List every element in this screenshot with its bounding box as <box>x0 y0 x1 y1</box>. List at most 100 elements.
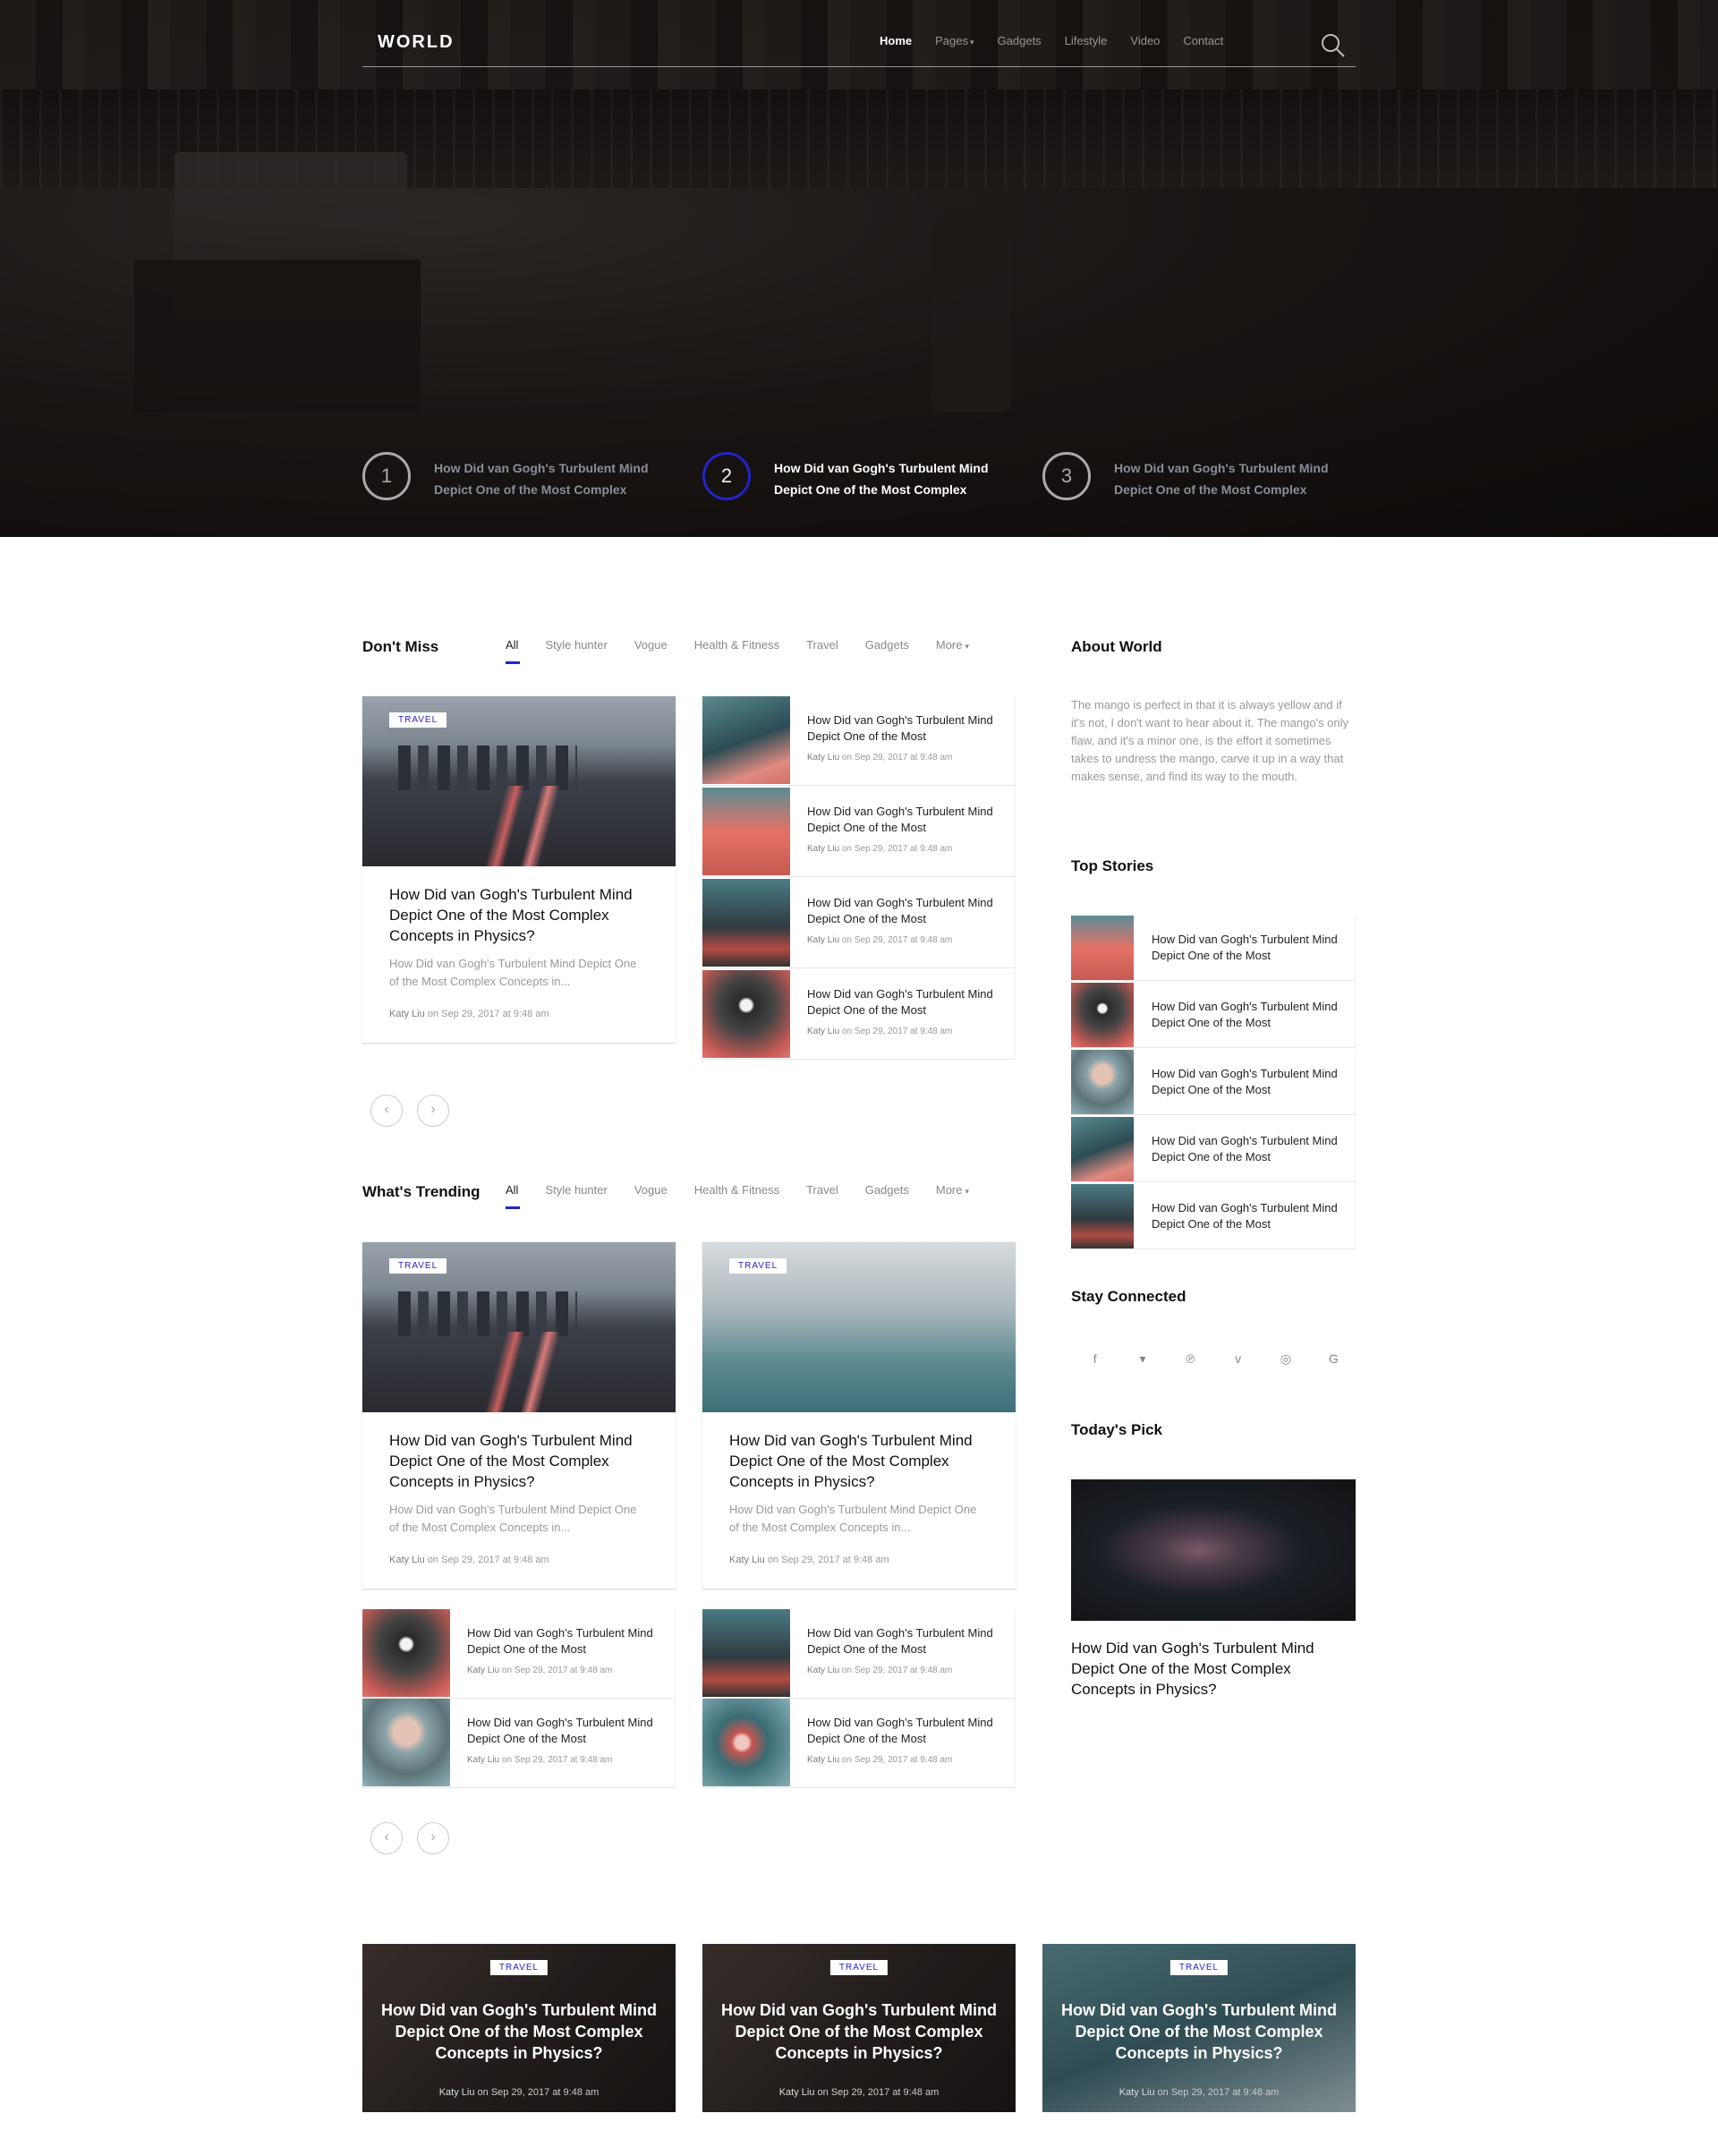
instagram-icon[interactable]: ◎ <box>1262 1351 1309 1367</box>
meta-on: on <box>841 1027 853 1036</box>
category-badge[interactable]: TRAVEL <box>389 1258 447 1274</box>
list-item[interactable]: How Did van Gogh's Turbulent Mind Depict… <box>362 1699 676 1788</box>
pinterest-icon[interactable]: ℗ <box>1167 1351 1214 1367</box>
tab-all[interactable]: All <box>506 638 521 664</box>
author-name[interactable]: Katy Liu <box>467 1666 499 1675</box>
list-item[interactable]: How Did van Gogh's Turbulent Mind Depict… <box>702 879 1016 968</box>
article-title[interactable]: How Did van Gogh's Turbulent Mind Depict… <box>807 895 995 927</box>
category-badge[interactable]: TRAVEL <box>1169 1960 1229 1975</box>
tab-all[interactable]: All <box>506 1183 521 1209</box>
author-name[interactable]: Katy Liu <box>807 844 839 854</box>
featured-title[interactable]: How Did van Gogh's Turbulent Mind Depict… <box>720 1999 998 2064</box>
hero-slide-2[interactable]: 2 How Did van Gogh's Turbulent Mind Depi… <box>702 452 1042 504</box>
category-badge[interactable]: TRAVEL <box>489 1960 549 1975</box>
top-story-item[interactable]: How Did van Gogh's Turbulent Mind Depict… <box>1071 1050 1356 1115</box>
tab-style-hunter[interactable]: Style hunter <box>545 1183 607 1197</box>
hero-slide-1[interactable]: 1 How Did van Gogh's Turbulent Mind Depi… <box>362 452 702 504</box>
next-arrow-button[interactable]: › <box>417 1822 449 1854</box>
article-date: Sep 29, 2017 at 9:48 am <box>514 1755 613 1765</box>
site-logo[interactable]: WORLD <box>378 32 455 53</box>
search-icon[interactable] <box>1320 32 1347 59</box>
tab-travel[interactable]: Travel <box>806 638 838 652</box>
twitter-icon[interactable]: ▾ <box>1118 1351 1166 1367</box>
vimeo-icon[interactable]: v <box>1214 1351 1262 1367</box>
author-name[interactable]: Katy Liu <box>807 1755 839 1765</box>
todays-pick-headline[interactable]: How Did van Gogh's Turbulent Mind Depict… <box>1071 1638 1357 1700</box>
nav-lifestyle[interactable]: Lifestyle <box>1065 34 1108 47</box>
author-name[interactable]: Katy Liu <box>439 2087 475 2098</box>
article-title[interactable]: How Did van Gogh's Turbulent Mind Depict… <box>807 712 995 745</box>
article-title[interactable]: How Did van Gogh's Turbulent Mind Depict… <box>467 1625 655 1657</box>
author-name[interactable]: Katy Liu <box>807 935 839 945</box>
top-story-item[interactable]: How Did van Gogh's Turbulent Mind Depict… <box>1071 1184 1356 1249</box>
category-badge[interactable]: TRAVEL <box>729 1258 787 1274</box>
article-meta: Katy Liu on Sep 29, 2017 at 9:48 am <box>807 1027 952 1036</box>
article-title[interactable]: How Did van Gogh's Turbulent Mind Depict… <box>389 1430 649 1492</box>
tab-style-hunter[interactable]: Style hunter <box>545 638 607 652</box>
facebook-icon[interactable]: f <box>1071 1351 1118 1367</box>
nav-pages[interactable]: Pages ▾ <box>935 34 974 47</box>
article-card-large[interactable]: TRAVEL How Did van Gogh's Turbulent Mind… <box>702 1242 1016 1589</box>
article-title[interactable]: How Did van Gogh's Turbulent Mind Depict… <box>807 1625 995 1657</box>
google-icon[interactable]: G <box>1310 1351 1357 1367</box>
hero-slide-3[interactable]: 3 How Did van Gogh's Turbulent Mind Depi… <box>1042 452 1382 504</box>
featured-title[interactable]: How Did van Gogh's Turbulent Mind Depict… <box>1060 1999 1338 2064</box>
list-item[interactable]: How Did van Gogh's Turbulent Mind Depict… <box>702 970 1016 1060</box>
article-title[interactable]: How Did van Gogh's Turbulent Mind Depict… <box>807 804 995 836</box>
top-story-item[interactable]: How Did van Gogh's Turbulent Mind Depict… <box>1071 983 1356 1048</box>
tab-more[interactable]: More ▾ <box>936 638 996 652</box>
list-item[interactable]: How Did van Gogh's Turbulent Mind Depict… <box>702 1609 1016 1699</box>
article-card-large[interactable]: TRAVEL How Did van Gogh's Turbulent Mind… <box>362 696 676 1044</box>
story-title[interactable]: How Did van Gogh's Turbulent Mind Depict… <box>1152 999 1340 1031</box>
category-badge[interactable]: TRAVEL <box>389 712 447 728</box>
list-item[interactable]: How Did van Gogh's Turbulent Mind Depict… <box>702 1699 1016 1788</box>
article-excerpt: How Did van Gogh's Turbulent Mind Depict… <box>729 1503 977 1534</box>
article-title[interactable]: How Did van Gogh's Turbulent Mind Depict… <box>807 986 995 1018</box>
list-item[interactable]: How Did van Gogh's Turbulent Mind Depict… <box>362 1609 676 1699</box>
author-name[interactable]: Katy Liu <box>729 1555 765 1565</box>
story-title[interactable]: How Did van Gogh's Turbulent Mind Depict… <box>1152 932 1340 964</box>
author-name[interactable]: Katy Liu <box>1119 2087 1155 2098</box>
todays-pick-image[interactable] <box>1071 1479 1356 1621</box>
prev-arrow-button[interactable]: ‹ <box>370 1822 403 1854</box>
author-name[interactable]: Katy Liu <box>779 2087 815 2098</box>
category-badge[interactable]: TRAVEL <box>829 1960 889 1975</box>
top-story-item[interactable]: How Did van Gogh's Turbulent Mind Depict… <box>1071 1117 1356 1182</box>
featured-card[interactable]: TRAVEL How Did van Gogh's Turbulent Mind… <box>702 1944 1016 2112</box>
featured-title[interactable]: How Did van Gogh's Turbulent Mind Depict… <box>380 1999 658 2064</box>
prev-arrow-button[interactable]: ‹ <box>370 1095 403 1127</box>
author-name[interactable]: Katy Liu <box>807 1666 839 1675</box>
article-card-large[interactable]: TRAVEL How Did van Gogh's Turbulent Mind… <box>362 1242 676 1589</box>
article-title[interactable]: How Did van Gogh's Turbulent Mind Depict… <box>729 1430 989 1492</box>
nav-contact[interactable]: Contact <box>1183 34 1223 47</box>
article-thumbnail <box>702 1609 790 1697</box>
featured-card[interactable]: TRAVEL How Did van Gogh's Turbulent Mind… <box>1042 1944 1356 2112</box>
author-name[interactable]: Katy Liu <box>467 1755 499 1765</box>
tab-travel[interactable]: Travel <box>806 1183 838 1197</box>
story-title[interactable]: How Did van Gogh's Turbulent Mind Depict… <box>1152 1200 1340 1232</box>
article-title[interactable]: How Did van Gogh's Turbulent Mind Depict… <box>807 1715 995 1747</box>
nav-gadgets[interactable]: Gadgets <box>998 34 1042 47</box>
tab-health-fitness[interactable]: Health & Fitness <box>694 638 779 652</box>
top-story-item[interactable]: How Did van Gogh's Turbulent Mind Depict… <box>1071 916 1356 981</box>
list-item[interactable]: How Did van Gogh's Turbulent Mind Depict… <box>702 696 1016 786</box>
story-title[interactable]: How Did van Gogh's Turbulent Mind Depict… <box>1152 1133 1340 1165</box>
featured-card[interactable]: TRAVEL How Did van Gogh's Turbulent Mind… <box>362 1944 676 2112</box>
author-name[interactable]: Katy Liu <box>389 1009 425 1019</box>
next-arrow-button[interactable]: › <box>417 1095 449 1127</box>
list-item[interactable]: How Did van Gogh's Turbulent Mind Depict… <box>702 788 1016 877</box>
tab-more[interactable]: More ▾ <box>936 1183 996 1197</box>
tab-gadgets[interactable]: Gadgets <box>865 638 909 652</box>
article-title[interactable]: How Did van Gogh's Turbulent Mind Depict… <box>389 884 649 946</box>
author-name[interactable]: Katy Liu <box>389 1555 425 1565</box>
nav-home[interactable]: Home <box>880 34 912 47</box>
story-title[interactable]: How Did van Gogh's Turbulent Mind Depict… <box>1152 1066 1340 1098</box>
tab-gadgets[interactable]: Gadgets <box>865 1183 909 1197</box>
tab-health-fitness[interactable]: Health & Fitness <box>694 1183 779 1197</box>
nav-video[interactable]: Video <box>1130 34 1160 47</box>
author-name[interactable]: Katy Liu <box>807 1027 839 1036</box>
author-name[interactable]: Katy Liu <box>807 753 839 763</box>
tab-vogue[interactable]: Vogue <box>634 1183 668 1197</box>
article-title[interactable]: How Did van Gogh's Turbulent Mind Depict… <box>467 1715 655 1747</box>
tab-vogue[interactable]: Vogue <box>634 638 668 652</box>
